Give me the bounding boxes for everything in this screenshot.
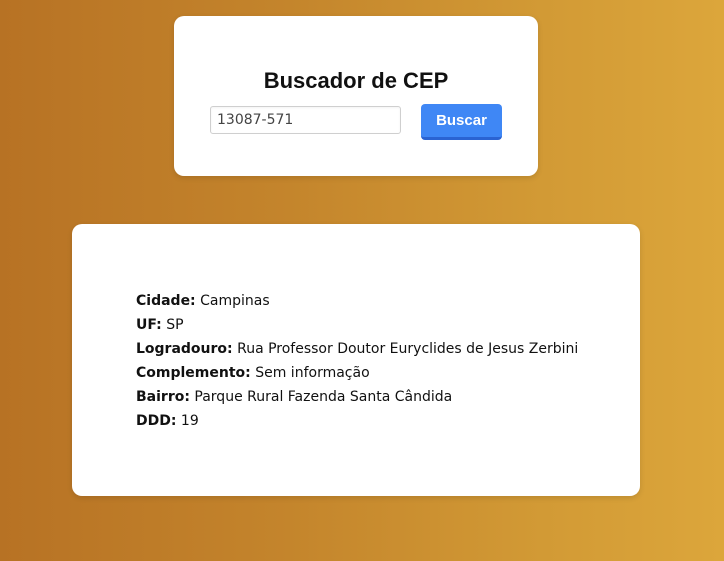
result-row-cidade: Cidade: Campinas <box>136 289 578 313</box>
result-label: Logradouro: <box>136 341 233 357</box>
result-label: Cidade: <box>136 293 196 309</box>
search-card: Buscador de CEP Buscar <box>174 16 538 176</box>
result-value: Rua Professor Doutor Euryclides de Jesus… <box>237 341 579 357</box>
result-label: Bairro: <box>136 389 190 405</box>
result-value: Campinas <box>200 293 270 309</box>
result-value: 19 <box>180 413 199 429</box>
result-value: Sem informação <box>255 365 370 381</box>
result-label: DDD: <box>136 413 177 429</box>
search-button[interactable]: Buscar <box>421 104 502 140</box>
page-title: Buscador de CEP <box>263 68 449 93</box>
result-row-ddd: DDD: 19 <box>136 409 578 433</box>
result-row-uf: UF: SP <box>136 313 578 337</box>
cep-input[interactable] <box>210 106 401 134</box>
result-row-complemento: Complemento: Sem informação <box>136 361 578 385</box>
result-list: Cidade: Campinas UF: SP Logradouro: Rua … <box>136 289 578 433</box>
result-value: SP <box>166 317 184 333</box>
result-value: Parque Rural Fazenda Santa Cândida <box>194 389 453 405</box>
result-card: Cidade: Campinas UF: SP Logradouro: Rua … <box>72 224 640 496</box>
result-label: Complemento: <box>136 365 251 381</box>
result-label: UF: <box>136 317 162 333</box>
result-row-bairro: Bairro: Parque Rural Fazenda Santa Cândi… <box>136 385 578 409</box>
result-row-logradouro: Logradouro: Rua Professor Doutor Eurycli… <box>136 337 578 361</box>
